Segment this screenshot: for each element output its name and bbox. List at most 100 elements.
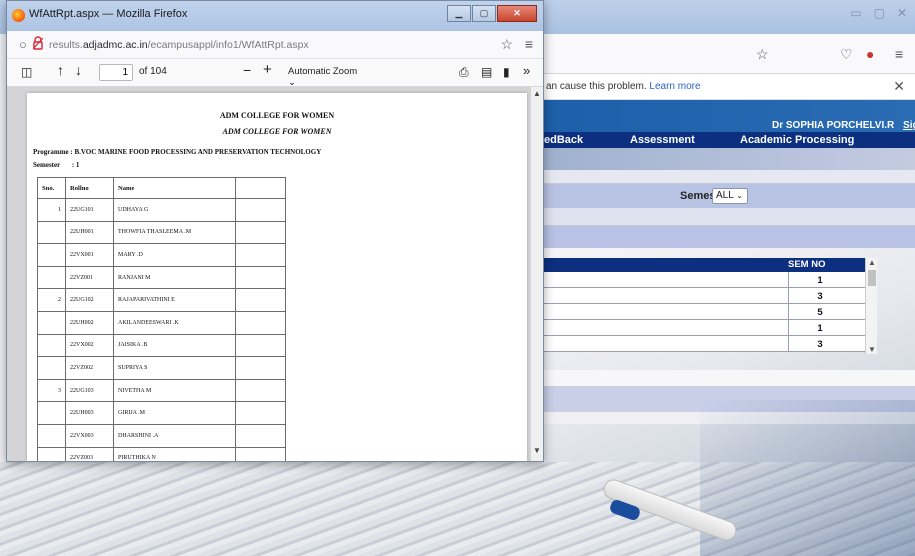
background-window-controls[interactable]: ▭ ▢ ✕ xyxy=(850,6,907,20)
signout-link[interactable]: Sign O xyxy=(903,120,915,131)
window-controls: ▁ ▢ ✕ xyxy=(447,5,537,22)
minimize-icon[interactable]: ▭ xyxy=(850,6,861,20)
name-cell: JAISIKA .B xyxy=(113,333,236,358)
semester-select[interactable]: ALL ⌄ xyxy=(712,188,748,204)
previous-page-icon[interactable]: ↑ xyxy=(57,62,64,78)
table-row: 3 22UG103 NIVETHA M xyxy=(37,378,286,403)
table-row: 2 22UG102 RAJAPARIVATHINI E xyxy=(37,288,286,312)
scroll-up-icon[interactable]: ▲ xyxy=(533,89,541,98)
bookmark-icon[interactable]: ▮ xyxy=(503,65,510,79)
scroll-down-icon[interactable]: ▼ xyxy=(868,345,876,354)
blank-cell xyxy=(235,288,286,312)
rollno-cell: 22UH003 xyxy=(65,401,114,425)
table-header: SEM NO xyxy=(540,258,865,272)
app-menu-icon[interactable]: ≡ xyxy=(895,46,903,62)
next-page-icon[interactable]: ↓ xyxy=(75,62,82,78)
scroll-down-icon[interactable]: ▼ xyxy=(533,446,541,455)
background-navbar: ☆ ♡ ● ≡ xyxy=(540,34,915,74)
name-cell: NIVETHA M xyxy=(113,378,236,403)
maximize-button[interactable]: ▢ xyxy=(472,5,496,22)
user-name: Dr SOPHIA PORCHELVI.R xyxy=(772,120,895,131)
name-cell: THOWFIA THASLEEMA .M xyxy=(113,220,236,245)
zoom-in-icon[interactable]: + xyxy=(263,61,272,78)
user-info: Dr SOPHIA PORCHELVI.R Sign O xyxy=(772,120,915,131)
close-button[interactable]: ✕ xyxy=(497,5,537,22)
column-header: Name xyxy=(113,177,236,199)
semester-line: Semester : 1 xyxy=(33,161,79,169)
sno-cell: 1 xyxy=(37,198,66,222)
table-row[interactable]: 5 xyxy=(540,304,865,320)
save-icon[interactable]: ▤ xyxy=(481,65,492,79)
menu-item-feedback[interactable]: edBack xyxy=(544,132,630,148)
url-bar[interactable]: ○ results.adjadmc.ac.in/ecampusappl/info… xyxy=(7,31,543,59)
table-row: 22VZ001 RANJANI M xyxy=(37,265,286,290)
sem-no-cell: 5 xyxy=(817,307,823,318)
page-number-input[interactable] xyxy=(99,64,133,81)
menu-item-assessment[interactable]: Assessment xyxy=(630,132,740,148)
rollno-cell: 22VX001 xyxy=(65,243,114,267)
table-row: 22UH001 THOWFIA THASLEEMA .M xyxy=(37,220,286,245)
collapse-band[interactable] xyxy=(540,208,915,226)
sno-cell: 2 xyxy=(37,288,66,312)
table-row[interactable]: 1 xyxy=(540,320,865,336)
table-scrollbar[interactable]: ▲ ▼ xyxy=(865,258,877,354)
rollno-cell: 22VX003 xyxy=(65,423,114,448)
zoom-select[interactable]: Automatic Zoom ⌄ xyxy=(285,64,363,88)
zoom-select-value: Automatic Zoom xyxy=(288,66,358,77)
college-title: ADM COLLEGE FOR WOMEN xyxy=(219,111,335,120)
scroll-thumb[interactable] xyxy=(868,270,876,286)
sidebar-toggle-icon[interactable]: ◫ xyxy=(21,65,32,79)
restore-icon[interactable]: ▢ xyxy=(874,6,885,20)
extension-icon[interactable]: ● xyxy=(866,46,874,62)
menu-icon[interactable]: ≡ xyxy=(525,36,533,52)
learn-more-link[interactable]: Learn more xyxy=(649,81,700,92)
pdf-page: ADM COLLEGE FOR WOMEN ADM COLLEGE FOR WO… xyxy=(27,93,527,461)
menu-item-academic-processing[interactable]: Academic Processing xyxy=(740,132,854,148)
collapse-band xyxy=(540,148,915,170)
minimize-button[interactable]: ▁ xyxy=(447,5,471,22)
semester-table: SEM NO 1 3 5 1 3 xyxy=(540,258,865,352)
name-cell: PIRUTHIKA N xyxy=(113,446,236,461)
sno-cell xyxy=(37,311,66,335)
insecure-lock-icon[interactable] xyxy=(33,36,43,50)
bookmark-star-icon[interactable]: ☆ xyxy=(756,46,769,63)
blank-cell xyxy=(235,446,286,461)
college-subtitle: ADM COLLEGE FOR WOMEN xyxy=(222,127,332,136)
table-row: 22UH003 GIRIJA .M xyxy=(37,401,286,425)
collapse-band[interactable] xyxy=(540,170,915,184)
sno-cell xyxy=(37,447,66,461)
rollno-cell: 22UG101 xyxy=(65,198,114,222)
print-icon[interactable]: ⎙ xyxy=(459,65,469,80)
semester-label: Semester xyxy=(33,161,61,169)
bookmark-star-icon[interactable]: ☆ xyxy=(500,36,513,53)
firefox-icon xyxy=(12,9,25,22)
name-cell: RAJAPARIVATHINI E xyxy=(113,288,236,312)
shield-icon[interactable]: ○ xyxy=(19,37,27,52)
close-icon[interactable]: ✕ xyxy=(897,6,907,20)
name-cell: AKILANDEESWARI .K xyxy=(113,310,236,335)
rollno-cell: 22UG103 xyxy=(65,378,114,403)
pdf-viewer[interactable]: ADM COLLEGE FOR WOMEN ADM COLLEGE FOR WO… xyxy=(7,87,543,461)
sno-cell xyxy=(37,424,66,448)
semester-select-value: ALL xyxy=(716,190,734,201)
security-notice-bar: an cause this problem. Learn more ✕ xyxy=(540,74,915,100)
tools-expand-icon[interactable]: » xyxy=(523,63,530,78)
name-cell: MARY .D xyxy=(113,243,236,267)
page-total: of 104 xyxy=(139,66,167,77)
close-notice-icon[interactable]: ✕ xyxy=(893,78,905,95)
table-row[interactable]: 3 xyxy=(540,288,865,304)
blank-cell xyxy=(235,243,286,267)
url-path: /ecampusappl/info1/WfAttRpt.aspx xyxy=(147,39,309,51)
name-cell: UDHAYA G xyxy=(113,198,236,222)
popup-titlebar[interactable]: WfAttRpt.aspx — Mozilla Firefox ▁ ▢ ✕ xyxy=(7,1,543,31)
pocket-icon[interactable]: ♡ xyxy=(840,46,853,63)
pdf-scrollbar[interactable]: ▲ ▼ xyxy=(531,87,543,461)
url-prefix: results. xyxy=(49,39,83,51)
table-row[interactable]: 3 xyxy=(540,336,865,352)
pdf-toolbar: ◫ ↑ ↓ of 104 − + Automatic Zoom ⌄ ⎙ ▤ ▮ … xyxy=(7,59,543,88)
scroll-up-icon[interactable]: ▲ xyxy=(868,258,876,267)
url-text[interactable]: results.adjadmc.ac.in/ecampusappl/info1/… xyxy=(49,39,309,51)
blank-cell xyxy=(235,423,286,448)
table-row[interactable]: 1 xyxy=(540,272,865,288)
zoom-out-icon[interactable]: − xyxy=(243,62,251,78)
